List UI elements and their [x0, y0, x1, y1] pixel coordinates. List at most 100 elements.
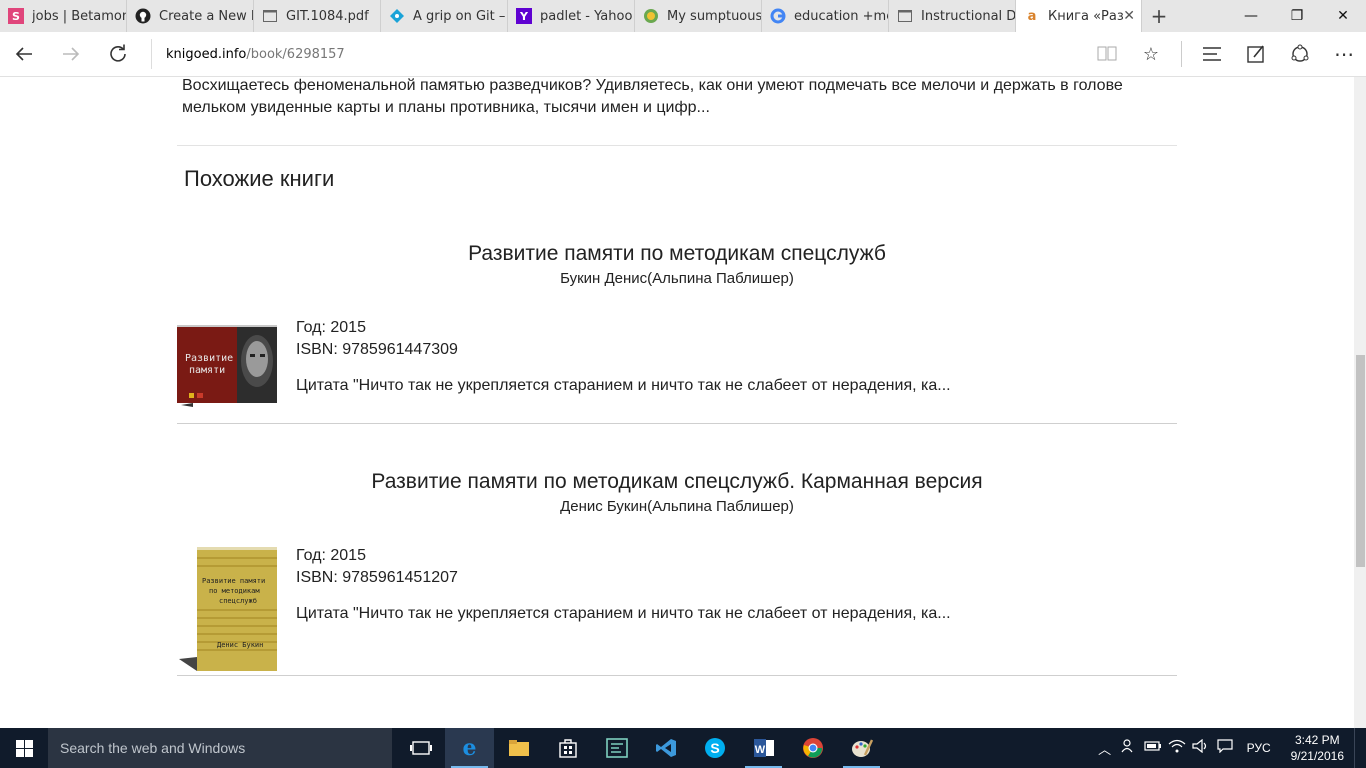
- forward-arrow-icon[interactable]: [47, 32, 94, 77]
- tab-title: Instructional De: [921, 8, 1015, 24]
- diamond-icon: [389, 8, 405, 24]
- page-viewport: Восхищаетесь феноменальной памятью разве…: [0, 77, 1354, 728]
- yahoo-icon: Y: [516, 8, 532, 24]
- taskbar-clock[interactable]: 3:42 PM 9/21/2016: [1281, 732, 1354, 764]
- book-year: Год: 2015: [296, 319, 366, 336]
- section-divider: [177, 145, 1177, 146]
- url-host: knigoed.info: [166, 46, 247, 62]
- chrome-icon[interactable]: [788, 728, 837, 768]
- cover-text: Развитие памяти: [202, 577, 265, 585]
- tab-my-sumptuous[interactable]: My sumptuous: [635, 0, 762, 32]
- tab-create-new[interactable]: Create a New F: [127, 0, 254, 32]
- tab-jobs-betamon[interactable]: S jobs | Betamon: [0, 0, 127, 32]
- tab-title: padlet - Yahoo: [540, 8, 633, 24]
- scrollbar-thumb[interactable]: [1356, 355, 1365, 567]
- word-icon[interactable]: W: [739, 728, 788, 768]
- book-author: Денис Букин(Альпина Паблишер): [560, 498, 794, 515]
- betamon-icon: S: [8, 8, 24, 24]
- globe-icon: [643, 8, 659, 24]
- more-icon[interactable]: ⋯: [1322, 32, 1366, 77]
- navigation-bar: knigoed.info/book/6298157 ☆ ⋯: [0, 32, 1366, 77]
- input-language-indicator[interactable]: РУС: [1237, 741, 1281, 755]
- similar-book-card: Развитие памяти по методикам спецслужб Б…: [177, 242, 1177, 424]
- book-year: Год: 2015: [296, 547, 366, 564]
- new-tab-button[interactable]: +: [1142, 0, 1176, 32]
- cover-text: по методикам: [209, 587, 260, 595]
- tab-title: GIT.1084.pdf: [286, 8, 369, 24]
- web-note-icon[interactable]: [1234, 32, 1278, 77]
- address-bar[interactable]: knigoed.info/book/6298157: [151, 39, 1085, 69]
- close-window-icon[interactable]: ✕: [1320, 0, 1366, 32]
- people-icon[interactable]: [1117, 739, 1141, 757]
- book-title-link[interactable]: Развитие памяти по методикам спецслужб. …: [177, 470, 1177, 494]
- tab-title: A grip on Git –: [413, 8, 506, 24]
- terminal-app-icon[interactable]: [592, 728, 641, 768]
- tab-education[interactable]: education +me: [762, 0, 889, 32]
- hub-icon[interactable]: [1190, 32, 1234, 77]
- skype-icon[interactable]: S: [690, 728, 739, 768]
- taskbar-apps: e S W: [396, 728, 886, 768]
- book-cover-image[interactable]: Развитие памяти по методикам спецслужб Д…: [177, 547, 277, 677]
- clock-time: 3:42 PM: [1294, 733, 1340, 747]
- visual-studio-icon[interactable]: [641, 728, 690, 768]
- tab-git-pdf[interactable]: GIT.1084.pdf: [254, 0, 381, 32]
- svg-text:S: S: [710, 740, 719, 756]
- cover-text: Развитие: [185, 353, 233, 364]
- book-divider: [177, 423, 1177, 424]
- share-icon[interactable]: [1278, 32, 1322, 77]
- windows-start-icon[interactable]: [0, 728, 48, 768]
- task-view-icon[interactable]: [396, 728, 445, 768]
- file-explorer-icon[interactable]: [494, 728, 543, 768]
- back-arrow-icon[interactable]: [0, 32, 47, 77]
- book-isbn: ISBN: 9785961451207: [296, 569, 458, 586]
- tab-title: Книга «Раз: [1048, 8, 1124, 24]
- vertical-scrollbar[interactable]: [1354, 77, 1366, 728]
- show-desktop-button[interactable]: [1354, 728, 1366, 768]
- svg-text:W: W: [754, 744, 765, 756]
- tab-kniga-active[interactable]: a Книга «Раз ✕: [1016, 0, 1142, 32]
- tab-instructional[interactable]: Instructional De: [889, 0, 1016, 32]
- reading-view-icon[interactable]: [1085, 32, 1129, 77]
- tab-strip: S jobs | Betamon Create a New F GIT.1084…: [0, 0, 1366, 32]
- book-meta: Год: 2015 ISBN: 9785961451207 Цитата "Ни…: [296, 545, 951, 625]
- window-controls: — ❐ ✕: [1228, 0, 1366, 32]
- store-icon[interactable]: [543, 728, 592, 768]
- book-quote: Цитата "Ничто так не укрепляется старани…: [296, 605, 951, 622]
- book-isbn: ISBN: 9785961447309: [296, 341, 458, 358]
- toolbar-divider: [1181, 41, 1182, 67]
- url-path: /book/6298157: [246, 46, 345, 62]
- tab-padlet-yahoo[interactable]: Y padlet - Yahoo: [508, 0, 635, 32]
- tab-title: education +me: [794, 8, 888, 24]
- tab-title: My sumptuous: [667, 8, 761, 24]
- close-tab-icon[interactable]: ✕: [1123, 8, 1135, 24]
- book-cover-image[interactable]: Развитие памяти: [177, 319, 277, 411]
- book-page-content: Восхищаетесь феноменальной памятью разве…: [177, 77, 1177, 676]
- edge-browser-icon[interactable]: e: [445, 728, 494, 768]
- tab-grip-on-git[interactable]: A grip on Git –: [381, 0, 508, 32]
- tab-title: jobs | Betamon: [32, 8, 126, 24]
- paint-icon[interactable]: [837, 728, 886, 768]
- book-title-link[interactable]: Развитие памяти по методикам спецслужб: [177, 242, 1177, 266]
- book-quote: Цитата "Ничто так не укрепляется старани…: [296, 377, 951, 394]
- volume-icon[interactable]: [1189, 738, 1213, 757]
- wifi-icon[interactable]: [1165, 739, 1189, 757]
- book-description: Восхищаетесь феноменальной памятью разве…: [182, 77, 1123, 116]
- knigoed-icon: a: [1027, 8, 1037, 24]
- google-icon: [770, 8, 786, 24]
- restore-icon[interactable]: ❐: [1274, 0, 1320, 32]
- battery-icon[interactable]: [1141, 740, 1165, 756]
- taskbar-search-box[interactable]: Search the web and Windows: [48, 728, 392, 768]
- github-icon: [135, 8, 151, 24]
- page-icon: [897, 8, 913, 24]
- system-tray: ︿ РУС 3:42 PM 9/21/2016: [1093, 728, 1366, 768]
- minimize-icon[interactable]: —: [1228, 0, 1274, 32]
- cover-text: памяти: [189, 365, 225, 376]
- cover-text: спецслужб: [219, 597, 257, 605]
- favorite-star-icon[interactable]: ☆: [1129, 32, 1173, 77]
- similar-books-heading: Похожие книги: [184, 166, 335, 191]
- toolbar: ☆ ⋯: [1085, 32, 1366, 77]
- windows-taskbar: Search the web and Windows e S W ︿ РУС 3…: [0, 728, 1366, 768]
- refresh-icon[interactable]: [94, 32, 141, 77]
- show-hidden-icons-chevron-icon[interactable]: ︿: [1093, 739, 1117, 758]
- action-center-icon[interactable]: [1213, 739, 1237, 757]
